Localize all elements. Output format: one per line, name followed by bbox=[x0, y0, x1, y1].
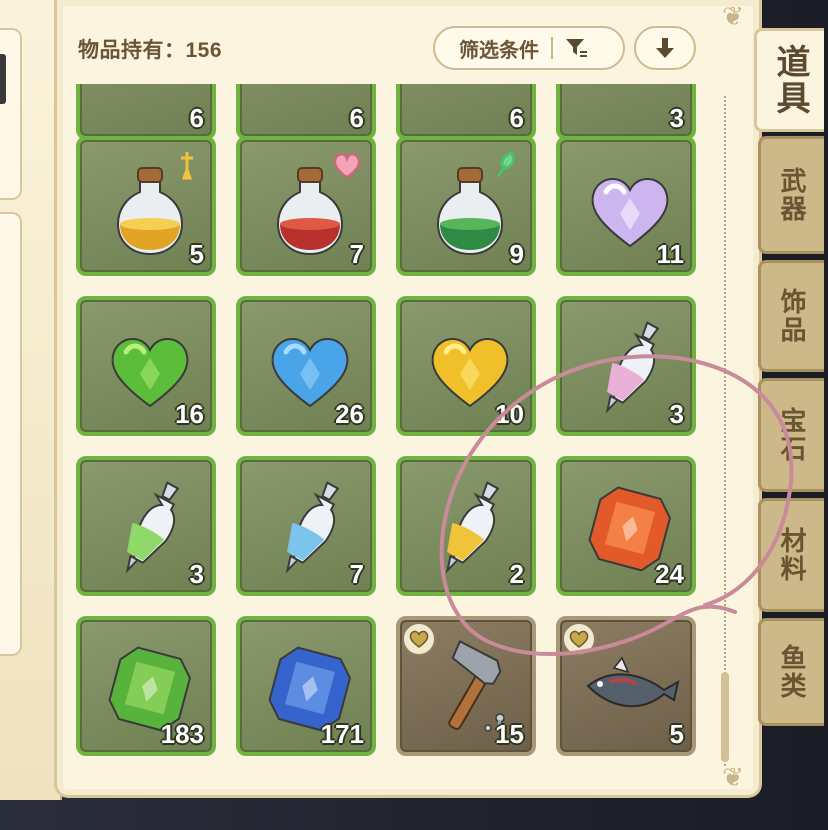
yellow-vial-icon bbox=[445, 481, 500, 574]
item-quantity: 6 bbox=[509, 103, 524, 133]
tab-label: 材料 bbox=[777, 527, 807, 583]
item-quantity: 16 bbox=[175, 399, 204, 429]
item-slot-blue-vial[interactable]: 7 bbox=[236, 456, 376, 596]
tab-4[interactable]: 材料 bbox=[758, 498, 824, 612]
item-slot-crate[interactable]: 6 bbox=[236, 84, 376, 140]
scrollbar-thumb[interactable] bbox=[721, 672, 729, 762]
tab-2[interactable]: 饰品 bbox=[758, 260, 824, 372]
tab-label: 道具 bbox=[771, 44, 809, 116]
item-quantity: 6 bbox=[349, 103, 364, 133]
tab-label: 宝石 bbox=[777, 407, 807, 463]
item-quantity: 15 bbox=[495, 719, 524, 749]
item-slot-yellow-potion[interactable]: 5 bbox=[76, 136, 216, 276]
favorite-heart-icon[interactable] bbox=[402, 622, 436, 656]
filter-divider bbox=[551, 37, 553, 59]
item-quantity: 2 bbox=[509, 559, 524, 589]
green-vial-icon bbox=[125, 481, 180, 574]
tab-0[interactable]: 道具 bbox=[754, 28, 824, 132]
item-slot-rainbow-heart[interactable]: 11 bbox=[556, 136, 696, 276]
item-quantity: 5 bbox=[189, 239, 204, 269]
item-quantity: 183 bbox=[160, 719, 204, 749]
item-quantity: 11 bbox=[656, 239, 685, 269]
item-slot-crate[interactable]: 6 bbox=[396, 84, 536, 140]
tab-label: 饰品 bbox=[777, 288, 807, 344]
sort-button[interactable] bbox=[634, 26, 696, 70]
corner-ornament-top-icon: ❦ bbox=[722, 1, 744, 31]
item-count-label: 物品持有：156 bbox=[78, 39, 223, 62]
item-quantity: 5 bbox=[669, 719, 684, 749]
corner-ornament-bottom-icon: ❦ bbox=[722, 762, 744, 792]
item-quantity: 9 bbox=[509, 239, 524, 269]
item-quantity: 3 bbox=[189, 559, 204, 589]
item-slot-blue-heart[interactable]: 26 bbox=[236, 296, 376, 436]
tab-label: 鱼类 bbox=[777, 644, 807, 700]
tab-3[interactable]: 宝石 bbox=[758, 378, 824, 492]
left-card-handle bbox=[0, 54, 6, 104]
item-grid: 6 6 6 3 5 7 9 11 16 26 10 3 3 7 2 24 183 171 15 5 bbox=[62, 84, 712, 774]
left-side-panel bbox=[0, 0, 62, 800]
pink-vial-icon bbox=[605, 321, 660, 414]
sword-tag-icon bbox=[181, 152, 193, 180]
item-slot-yellow-heart[interactable]: 10 bbox=[396, 296, 536, 436]
filter-button-label: 筛选条件 bbox=[459, 39, 539, 62]
tab-1[interactable]: 武器 bbox=[758, 136, 824, 254]
item-slot-blue-gem[interactable]: 171 bbox=[236, 616, 376, 756]
left-card-bottom bbox=[0, 212, 22, 656]
blue-orb-icon bbox=[580, 84, 680, 122]
item-slot-blue-orb[interactable]: 3 bbox=[556, 84, 696, 140]
item-quantity: 24 bbox=[655, 559, 684, 589]
filter-button[interactable]: 筛选条件 bbox=[433, 26, 625, 70]
item-slot-red-gem[interactable]: 24 bbox=[556, 456, 696, 596]
tab-label: 武器 bbox=[777, 167, 807, 223]
filter-icon bbox=[566, 39, 587, 57]
item-slot-yellow-vial[interactable]: 2 bbox=[396, 456, 536, 596]
item-slot-green-vial[interactable]: 3 bbox=[76, 456, 216, 596]
left-card-top bbox=[0, 28, 22, 200]
arrow-down-icon bbox=[656, 38, 674, 58]
item-slot-green-potion[interactable]: 9 bbox=[396, 136, 536, 276]
item-quantity: 7 bbox=[349, 559, 364, 589]
item-slot-green-heart[interactable]: 16 bbox=[76, 296, 216, 436]
crate-icon bbox=[420, 84, 520, 122]
leaf-tag-icon bbox=[496, 151, 515, 177]
tab-5[interactable]: 鱼类 bbox=[758, 618, 824, 726]
crate-icon bbox=[260, 84, 360, 122]
item-quantity: 3 bbox=[669, 399, 684, 429]
item-quantity: 7 bbox=[349, 239, 364, 269]
item-quantity: 3 bbox=[669, 103, 684, 133]
item-slot-green-gem[interactable]: 183 bbox=[76, 616, 216, 756]
item-quantity: 10 bbox=[495, 399, 524, 429]
favorite-heart-icon[interactable] bbox=[562, 622, 596, 656]
item-slot-red-potion[interactable]: 7 bbox=[236, 136, 376, 276]
scrollbar-track[interactable] bbox=[724, 96, 728, 766]
item-slot-hammer[interactable]: 15 bbox=[396, 616, 536, 756]
item-slot-crate[interactable]: 6 bbox=[76, 84, 216, 140]
crate-icon bbox=[100, 84, 200, 122]
blue-vial-icon bbox=[285, 481, 340, 574]
item-slot-pink-vial[interactable]: 3 bbox=[556, 296, 696, 436]
item-quantity: 26 bbox=[335, 399, 364, 429]
item-quantity: 6 bbox=[189, 103, 204, 133]
fish-icon bbox=[586, 656, 680, 708]
heart-tag-icon bbox=[334, 153, 360, 179]
item-quantity: 171 bbox=[320, 719, 364, 749]
item-slot-fish[interactable]: 5 bbox=[556, 616, 696, 756]
